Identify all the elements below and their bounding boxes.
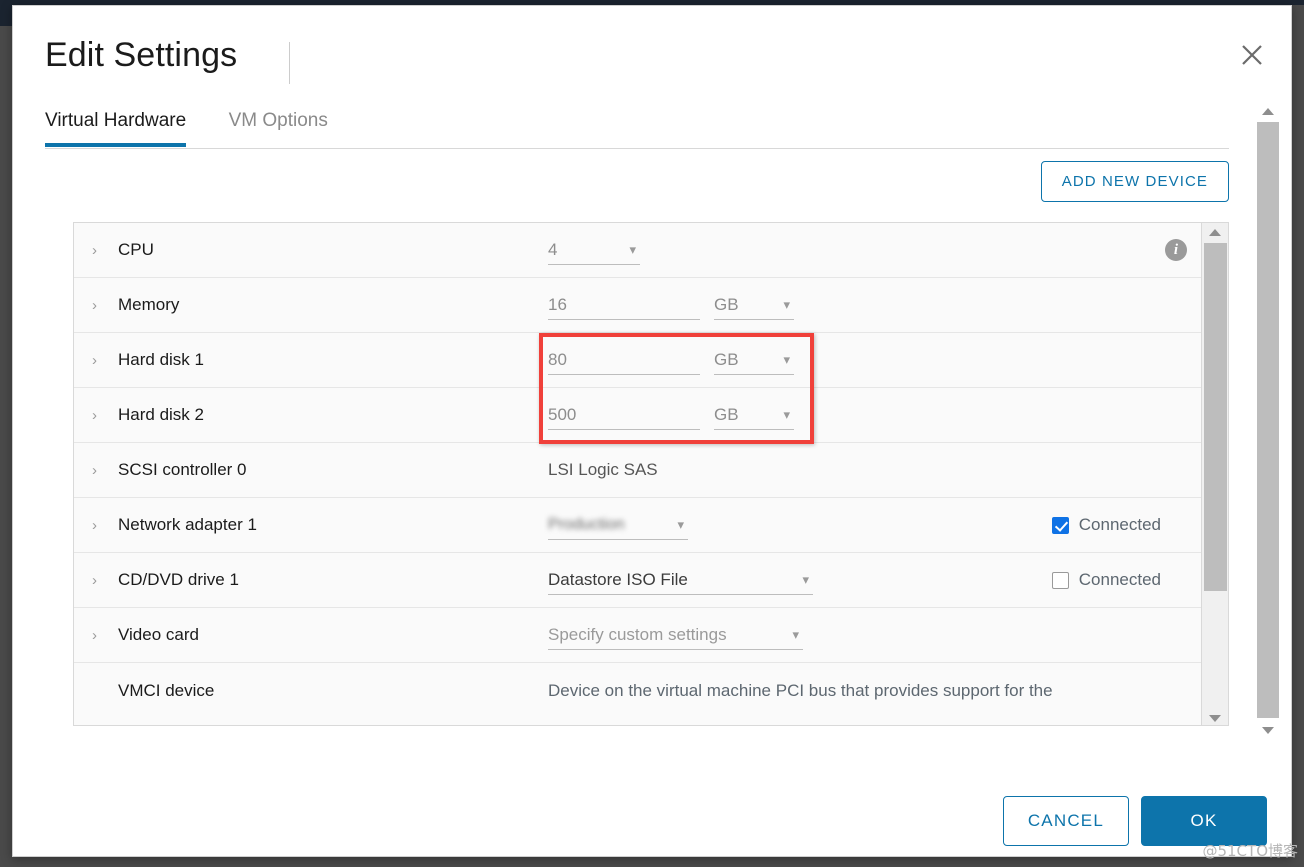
- cd-dvd-drive-1-connected-group: Connected: [1051, 570, 1161, 590]
- device-label-memory: Memory: [118, 295, 180, 314]
- device-value-scsi-controller-0: LSI Logic SAS: [548, 460, 1203, 480]
- hard-disk-2-size-input[interactable]: 500: [548, 400, 700, 430]
- device-label-hard-disk-2: Hard disk 2: [118, 405, 204, 424]
- dialog-scrollbar-thumb[interactable]: [1257, 122, 1279, 718]
- table-row[interactable]: › Network adapter 1 Production ▾ Connect…: [74, 498, 1203, 553]
- table-row[interactable]: VMCI device Device on the virtual machin…: [74, 663, 1203, 718]
- memory-size-value: 16: [548, 294, 567, 314]
- hard-disk-1-size-input[interactable]: 80: [548, 345, 700, 375]
- chevron-down-icon: ▾: [792, 627, 799, 642]
- hard-disk-1-unit-value: GB: [714, 349, 739, 369]
- tab-virtual-hardware-label: Virtual Hardware: [45, 110, 187, 131]
- cd-dvd-drive-1-media-select[interactable]: Datastore ISO File ▾: [548, 565, 813, 595]
- table-row[interactable]: › SCSI controller 0 LSI Logic SAS: [74, 443, 1203, 498]
- hard-disk-1-unit-select[interactable]: GB ▾: [714, 345, 794, 375]
- footer-button-group: CANCEL OK: [1002, 796, 1267, 846]
- add-new-device-button[interactable]: ADD NEW DEVICE: [1040, 161, 1229, 202]
- device-label-cpu: CPU: [118, 240, 154, 259]
- memory-size-input[interactable]: 16: [548, 290, 700, 320]
- table-row[interactable]: › Hard disk 1 80 GB ▾: [74, 333, 1203, 388]
- screen: Edit Settings Virtual Hardware VM Option…: [0, 0, 1304, 867]
- dialog-scrollbar[interactable]: [1257, 102, 1279, 739]
- tab-virtual-hardware[interactable]: Virtual Hardware: [45, 104, 187, 147]
- dialog-scroll-down-arrow-icon[interactable]: [1257, 721, 1279, 739]
- chevron-right-icon[interactable]: ›: [92, 462, 118, 479]
- device-value-hard-disk-2: 500 GB ▾: [548, 400, 1203, 430]
- chevron-down-icon: ▾: [677, 517, 684, 532]
- cpu-count-select[interactable]: 4 ▾: [548, 235, 640, 265]
- chevron-right-icon[interactable]: ›: [92, 627, 118, 644]
- device-label-video-card: Video card: [118, 625, 199, 644]
- page-title: Edit Settings: [45, 36, 238, 74]
- device-value-cpu: 4 ▾: [548, 235, 1203, 265]
- device-value-vmci-device: Device on the virtual machine PCI bus th…: [548, 681, 1203, 701]
- chevron-right-icon[interactable]: ›: [92, 352, 118, 369]
- chevron-right-icon[interactable]: ›: [92, 297, 118, 314]
- device-label-scsi-controller-0: SCSI controller 0: [118, 460, 247, 479]
- tab-bar: Virtual Hardware VM Options: [45, 104, 1229, 149]
- title-divider: [289, 42, 290, 84]
- close-icon[interactable]: [1235, 38, 1269, 72]
- scroll-up-arrow-icon[interactable]: [1202, 223, 1228, 241]
- network-adapter-1-connected-group: Connected: [1051, 515, 1161, 535]
- table-row[interactable]: › CD/DVD drive 1 Datastore ISO File ▾ Co…: [74, 553, 1203, 608]
- device-list-panel: › CPU 4 ▾ i › Memory 16 GB ▾ › Hard disk…: [73, 222, 1229, 726]
- tab-vm-options-label: VM Options: [228, 110, 328, 131]
- cpu-count-value: 4: [548, 239, 558, 259]
- scroll-down-arrow-icon[interactable]: [1202, 709, 1228, 725]
- chevron-down-icon: ▾: [629, 242, 636, 257]
- chevron-right-icon[interactable]: ›: [92, 407, 118, 424]
- toolbar: ADD NEW DEVICE: [45, 161, 1229, 202]
- video-card-settings-select[interactable]: Specify custom settings ▾: [548, 620, 803, 650]
- memory-unit-value: GB: [714, 294, 739, 314]
- chevron-down-icon: ▾: [783, 297, 790, 312]
- chevron-right-icon[interactable]: ›: [92, 242, 118, 259]
- chevron-right-icon[interactable]: ›: [92, 572, 118, 589]
- table-row[interactable]: › Video card Specify custom settings ▾: [74, 608, 1203, 663]
- cd-dvd-drive-1-connected-checkbox[interactable]: [1051, 571, 1069, 589]
- dialog-scroll-up-arrow-icon[interactable]: [1257, 102, 1279, 120]
- dialog-footer: CANCEL OK: [13, 738, 1291, 856]
- vmci-device-description: Device on the virtual machine PCI bus th…: [548, 680, 1053, 700]
- network-adapter-1-network-value: Production: [548, 515, 625, 533]
- ok-button[interactable]: OK: [1141, 796, 1267, 846]
- device-label-network-adapter-1: Network adapter 1: [118, 515, 257, 534]
- video-card-settings-value: Specify custom settings: [548, 624, 727, 644]
- cd-dvd-drive-1-media-value: Datastore ISO File: [548, 569, 688, 589]
- table-row[interactable]: › Hard disk 2 500 GB ▾: [74, 388, 1203, 443]
- device-list-scrollbar-thumb[interactable]: [1204, 243, 1227, 591]
- network-adapter-1-network-select[interactable]: Production ▾: [548, 510, 688, 540]
- device-list-scrollbar[interactable]: [1201, 223, 1228, 725]
- chevron-down-icon: ▾: [783, 407, 790, 422]
- cd-dvd-drive-1-connected-label: Connected: [1078, 570, 1161, 589]
- table-row[interactable]: › Memory 16 GB ▾: [74, 278, 1203, 333]
- network-adapter-1-connected-label: Connected: [1078, 515, 1161, 534]
- device-label-cd-dvd-drive-1: CD/DVD drive 1: [118, 570, 239, 589]
- device-list-scroll-region: › CPU 4 ▾ i › Memory 16 GB ▾ › Hard disk…: [74, 223, 1203, 725]
- hard-disk-2-unit-value: GB: [714, 404, 739, 424]
- device-value-memory: 16 GB ▾: [548, 290, 1203, 320]
- device-label-vmci-device: VMCI device: [118, 680, 215, 700]
- table-row[interactable]: › CPU 4 ▾ i: [74, 223, 1203, 278]
- hard-disk-1-size-value: 80: [548, 349, 567, 369]
- watermark: @51CTO博客: [1202, 842, 1298, 860]
- device-label-hard-disk-1: Hard disk 1: [118, 350, 204, 369]
- cancel-button[interactable]: CANCEL: [1002, 796, 1129, 846]
- chevron-down-icon: ▾: [783, 352, 790, 367]
- hard-disk-2-unit-select[interactable]: GB ▾: [714, 400, 794, 430]
- chevron-right-icon[interactable]: ›: [92, 517, 118, 534]
- device-value-hard-disk-1: 80 GB ▾: [548, 345, 1203, 375]
- memory-unit-select[interactable]: GB ▾: [714, 290, 794, 320]
- scsi-controller-0-value: LSI Logic SAS: [548, 460, 658, 479]
- hard-disk-2-size-value: 500: [548, 404, 577, 424]
- network-adapter-1-connected-checkbox[interactable]: [1051, 516, 1069, 534]
- edit-settings-dialog: Edit Settings Virtual Hardware VM Option…: [12, 5, 1292, 857]
- tab-vm-options[interactable]: VM Options: [229, 104, 328, 146]
- device-value-video-card: Specify custom settings ▾: [548, 620, 1203, 650]
- info-icon[interactable]: i: [1165, 239, 1187, 261]
- chevron-down-icon: ▾: [802, 572, 809, 587]
- dialog-header: Edit Settings: [13, 6, 1291, 98]
